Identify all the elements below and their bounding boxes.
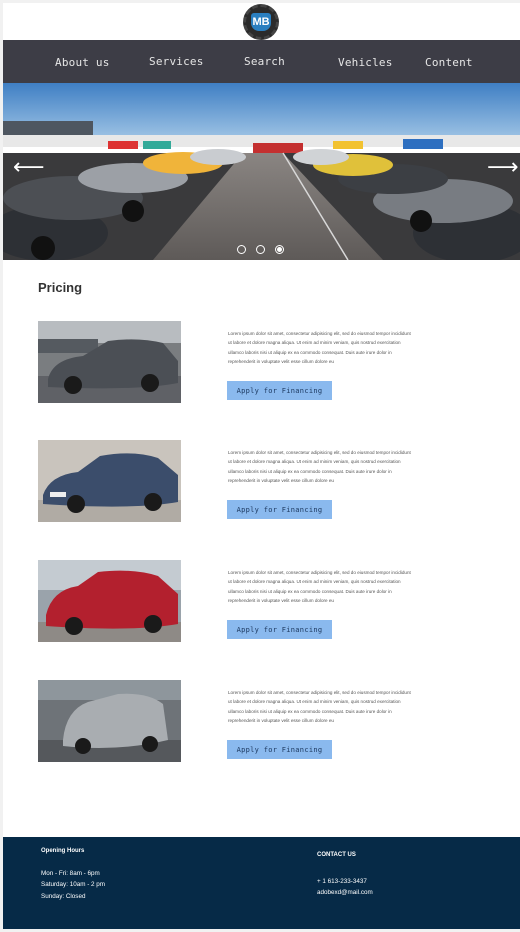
item-description: Lorem ipsum dolor sit amet, consectetur … bbox=[228, 690, 411, 723]
car-photo bbox=[38, 680, 181, 762]
pricing-item: Lorem ipsum dolor sit amet, consectetur … bbox=[38, 321, 508, 403]
nav-vehicles[interactable]: Vehicles bbox=[338, 56, 393, 69]
contact-email[interactable]: adobexd@mail.com bbox=[317, 887, 373, 899]
hero-image bbox=[3, 83, 520, 260]
apply-financing-button[interactable]: Apply for Financing bbox=[227, 740, 332, 759]
prev-slide-arrow-icon[interactable]: ⟵ bbox=[13, 157, 45, 179]
logo-bar: MB bbox=[3, 3, 520, 40]
car-image bbox=[38, 321, 181, 403]
opening-hours: Opening Hours Mon - Fri: 8am - 6pm Satur… bbox=[41, 846, 105, 902]
carousel-dot-3[interactable] bbox=[275, 245, 284, 254]
item-description: Lorem ipsum dolor sit amet, consectetur … bbox=[228, 331, 411, 364]
nav-services[interactable]: Services bbox=[149, 55, 204, 68]
car-photo bbox=[38, 440, 181, 522]
apply-financing-button[interactable]: Apply for Financing bbox=[227, 500, 332, 519]
page: MB About us Services Search Vehicles Con… bbox=[3, 3, 520, 929]
car-image bbox=[38, 440, 181, 522]
hours-weekday: Mon - Fri: 8am - 6pm bbox=[41, 869, 100, 877]
contact-us: CONTACT US + 1 613-233-3437 adobexd@mail… bbox=[317, 850, 373, 899]
logo-text: MB bbox=[251, 13, 271, 31]
logo[interactable]: MB bbox=[243, 4, 279, 40]
pricing-item: Lorem ipsum dolor sit amet, consectetur … bbox=[38, 440, 508, 522]
carousel-indicators bbox=[237, 245, 284, 254]
hours-saturday: Saturday: 10am - 2 pm bbox=[41, 881, 106, 888]
car-photo bbox=[38, 321, 181, 403]
contact-title: CONTACT US bbox=[317, 852, 356, 858]
footer: Opening Hours Mon - Fri: 8am - 6pm Satur… bbox=[3, 837, 520, 929]
main-nav: About us Services Search Vehicles Conten… bbox=[3, 40, 520, 83]
nav-content[interactable]: Content bbox=[425, 56, 473, 69]
car-image bbox=[38, 680, 181, 762]
pricing-item: Lorem ipsum dolor sit amet, consectetur … bbox=[38, 560, 508, 642]
hero-carousel: ⟵ ⟶ bbox=[3, 83, 520, 260]
apply-financing-button[interactable]: Apply for Financing bbox=[227, 620, 332, 639]
carousel-dot-2[interactable] bbox=[256, 245, 265, 254]
opening-hours-title: Opening Hours bbox=[41, 848, 85, 854]
nav-search[interactable]: Search bbox=[244, 55, 285, 68]
contact-phone[interactable]: + 1 613-233-3437 bbox=[317, 876, 373, 888]
carousel-dot-1[interactable] bbox=[237, 245, 246, 254]
nav-about-us[interactable]: About us bbox=[55, 56, 110, 69]
next-slide-arrow-icon[interactable]: ⟶ bbox=[487, 157, 519, 179]
item-description: Lorem ipsum dolor sit amet, consectetur … bbox=[228, 570, 411, 603]
car-photo bbox=[38, 560, 181, 642]
pricing-title: Pricing bbox=[38, 280, 83, 295]
apply-financing-button[interactable]: Apply for Financing bbox=[227, 381, 332, 400]
car-image bbox=[38, 560, 181, 642]
pricing-item: Lorem ipsum dolor sit amet, consectetur … bbox=[38, 680, 508, 762]
hours-sunday: Sunday: Closed bbox=[41, 892, 86, 900]
item-description: Lorem ipsum dolor sit amet, consectetur … bbox=[228, 450, 411, 483]
